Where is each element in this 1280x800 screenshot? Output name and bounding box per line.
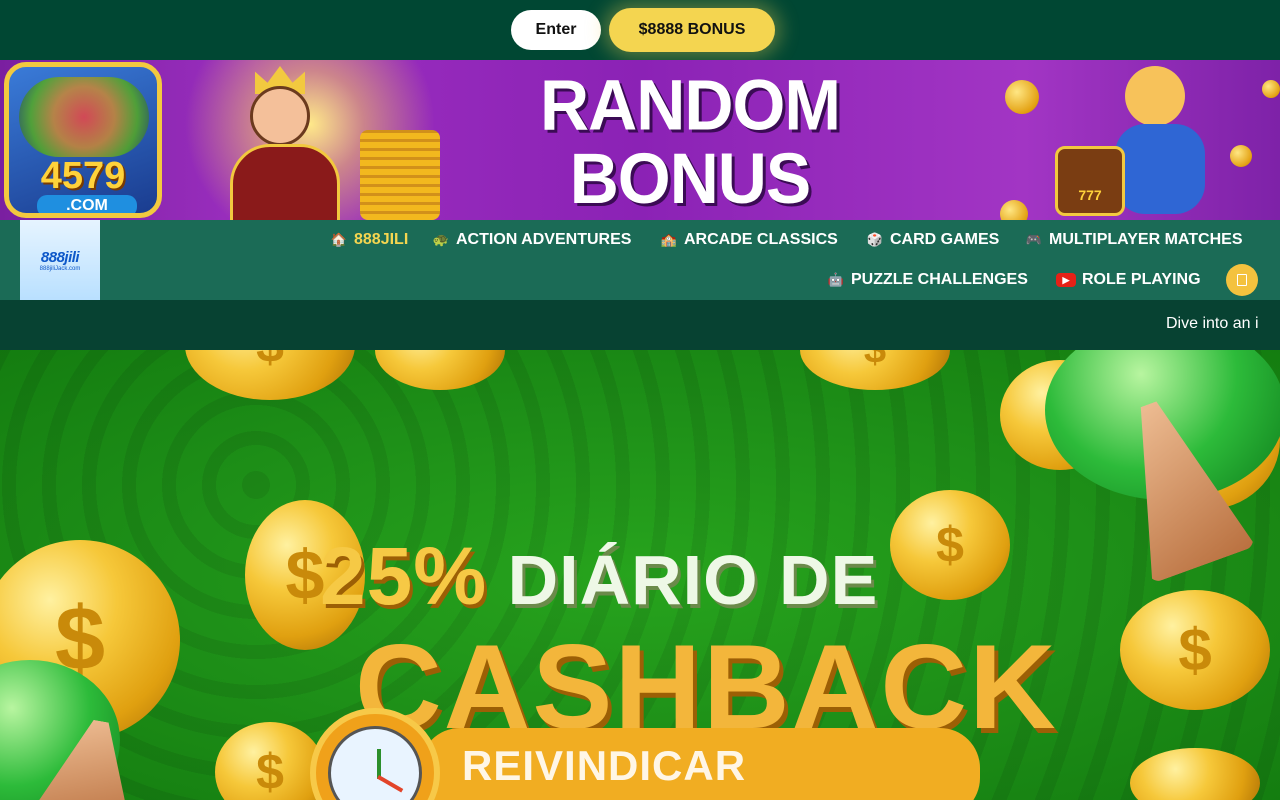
nav-item-multiplayer-matches[interactable]: 🎮 MULTIPLAYER MATCHES: [1025, 220, 1243, 260]
dice-icon: 🎲: [866, 232, 884, 247]
logo-domain: .COM: [37, 195, 137, 213]
banner-headline: RANDOM BONUS 12 TIMES A DAY: [455, 65, 925, 220]
search-button[interactable]: [1226, 264, 1258, 296]
brand-logo-4579: 4579 .COM: [4, 62, 162, 218]
treasure-chest-icon: 777: [1055, 146, 1125, 216]
coin-icon: [1005, 80, 1039, 114]
nav-item-action-adventures[interactable]: 🐢 ACTION ADVENTURES: [432, 220, 632, 260]
nav-item-arcade-classics[interactable]: 🏫 ARCADE CLASSICS: [660, 220, 838, 260]
nav-item-role-playing[interactable]: ▶ ROLE PLAYING: [1056, 260, 1201, 300]
coin-icon: [1230, 145, 1252, 167]
promo-banner[interactable]: 4579 .COM RANDOM BONUS 12 TIMES A DAY 77…: [0, 60, 1280, 220]
coin-stack-image: [360, 130, 440, 220]
slot-digits: 777: [1078, 187, 1102, 203]
coin-icon: $: [1120, 590, 1270, 710]
marquee-ticker: Dive into an i: [0, 300, 1280, 350]
hero-character-image: 777: [1045, 66, 1245, 220]
enter-button[interactable]: Enter: [511, 10, 601, 50]
site-logo[interactable]: 888jili 888jiliJack.com: [20, 220, 100, 300]
coin-icon: [1000, 200, 1028, 220]
robot-icon: 🤖: [827, 272, 845, 287]
top-bar: Enter $8888 BONUS: [0, 0, 1280, 60]
logo-characters-art: [19, 77, 149, 157]
logo-number: 4579: [40, 155, 126, 197]
coin-icon: [1262, 80, 1280, 98]
king-character-image: [210, 66, 360, 220]
turtle-icon: 🐢: [432, 232, 450, 247]
claim-label: REIVINDICAR: [462, 742, 747, 789]
gamepad-icon: 🎮: [1025, 232, 1043, 247]
school-icon: 🏫: [660, 232, 678, 247]
banner-headline-line1: RANDOM BONUS: [540, 65, 841, 219]
cashback-promo-image[interactable]: $ $ $ $ $ $ $ $ 25% DIÁRIO DE CASHBACK R…: [0, 350, 1280, 800]
promo-title-line1: 25% DIÁRIO DE: [320, 531, 879, 622]
bonus-button[interactable]: $8888 BONUS: [609, 8, 775, 52]
nav-item-card-games[interactable]: 🎲 CARD GAMES: [866, 220, 999, 260]
house-icon: 🏠: [330, 232, 348, 247]
nav-item-888jili[interactable]: 🏠 888JILI: [330, 220, 408, 260]
youtube-icon: ▶: [1056, 273, 1076, 287]
ticker-text: Dive into an i: [1166, 315, 1259, 332]
nav-item-puzzle-challenges[interactable]: 🤖 PUZZLE CHALLENGES: [827, 260, 1028, 300]
search-icon: [1237, 274, 1247, 286]
